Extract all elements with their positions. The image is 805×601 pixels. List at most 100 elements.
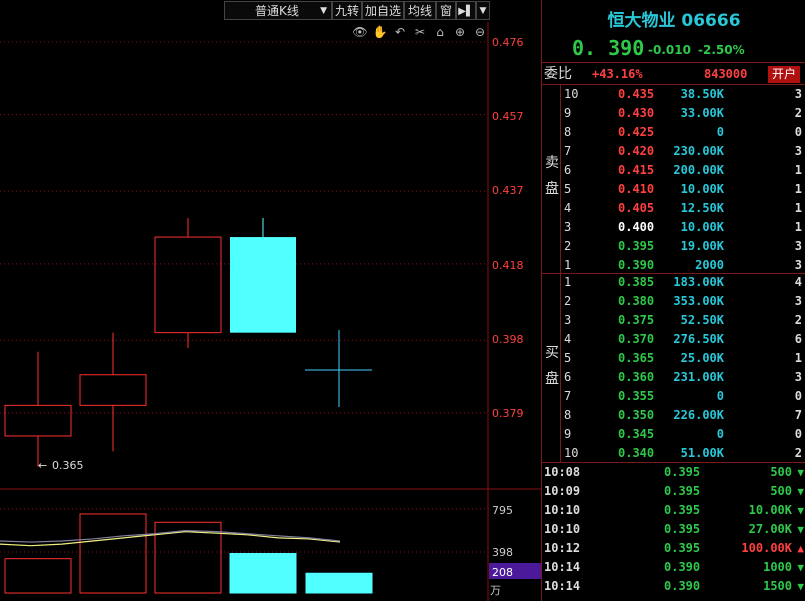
price: 0.370 bbox=[618, 332, 655, 346]
price: 0.350 bbox=[618, 408, 655, 422]
ask-row[interactable]: 3 0.400 10.00K 1 bbox=[542, 218, 805, 237]
volume: 52.50K bbox=[680, 313, 724, 327]
arrow-down-icon: ▼ bbox=[797, 561, 804, 574]
count: 3 bbox=[794, 370, 802, 384]
ask-row[interactable]: 5 0.410 10.00K 1 bbox=[542, 180, 805, 199]
window-button[interactable]: 窗 bbox=[436, 1, 456, 20]
bid-row[interactable]: 10 0.340 51.00K 2 bbox=[542, 444, 805, 463]
trade-time: 10:10 bbox=[544, 522, 581, 536]
candle bbox=[4, 351, 72, 467]
bid-row[interactable]: 1 0.385 183.00K 4 bbox=[542, 273, 805, 292]
price: 0.410 bbox=[618, 182, 655, 196]
arrow-down-icon: ▼ bbox=[797, 466, 804, 479]
price: 0.375 bbox=[618, 313, 655, 327]
volume: 231.00K bbox=[673, 370, 724, 384]
price: 0.435 bbox=[618, 87, 655, 101]
count: 0 bbox=[794, 389, 802, 403]
count: 0 bbox=[794, 427, 802, 441]
ask-row[interactable]: 10 0.435 38.50K 3 bbox=[542, 85, 805, 104]
volume: 200.00K bbox=[673, 163, 724, 177]
level: 1 bbox=[564, 275, 572, 289]
arrow-down-icon: ▼ bbox=[797, 580, 804, 593]
trade-row: 10:12 0.395 100.00K ▲ bbox=[542, 539, 805, 558]
chart-type-select[interactable]: 普通K线 ▼ bbox=[224, 1, 332, 20]
count: 1 bbox=[794, 220, 802, 234]
order-ratio-diff: 843000 bbox=[704, 67, 748, 81]
trade-row: 10:09 0.395 500 ▼ bbox=[542, 482, 805, 501]
volume-ma-line bbox=[0, 531, 341, 547]
chart-toolbar: 普通K线 ▼ 九转 加自选 均线 窗 ▶▌ ▼ bbox=[0, 0, 490, 22]
volume: 230.00K bbox=[673, 144, 724, 158]
volume: 0 bbox=[716, 125, 724, 139]
trade-price: 0.395 bbox=[664, 541, 701, 555]
volume: 226.00K bbox=[673, 408, 724, 422]
price: 0.420 bbox=[618, 144, 655, 158]
count: 4 bbox=[794, 275, 802, 289]
volume: 0 bbox=[716, 427, 724, 441]
volume-bar bbox=[229, 552, 297, 594]
bid-row[interactable]: 6 0.360 231.00K 3 bbox=[542, 368, 805, 387]
order-ratio-label: 委比 bbox=[544, 66, 572, 82]
trade-price: 0.390 bbox=[664, 560, 701, 574]
collapse-panel-icon[interactable]: ▶▌ bbox=[456, 1, 476, 20]
bid-row[interactable]: 5 0.365 25.00K 1 bbox=[542, 349, 805, 368]
add-watchlist-button[interactable]: 加自选 bbox=[362, 1, 404, 20]
bid-row[interactable]: 3 0.375 52.50K 2 bbox=[542, 311, 805, 330]
count: 3 bbox=[794, 294, 802, 308]
price: 0.395 bbox=[618, 239, 655, 253]
price-change-pct: -2.50% bbox=[698, 43, 745, 57]
level: 9 bbox=[564, 106, 572, 120]
price-tick-label: 0.398 bbox=[492, 333, 524, 346]
price: 0.365 bbox=[618, 351, 655, 365]
count: 6 bbox=[794, 332, 802, 346]
ask-row[interactable]: 2 0.395 19.00K 3 bbox=[542, 237, 805, 256]
level: 6 bbox=[564, 370, 572, 384]
volume: 19.00K bbox=[680, 239, 724, 253]
kline-chart[interactable]: 0.476 0.457 0.437 0.418 0.398 0.379 ← 0.… bbox=[0, 22, 541, 601]
trade-volume: 500 bbox=[770, 484, 792, 498]
candle-body bbox=[79, 374, 147, 406]
bid-row[interactable]: 9 0.345 0 0 bbox=[542, 425, 805, 444]
candle bbox=[79, 332, 147, 452]
count: 1 bbox=[794, 163, 802, 177]
ask-row[interactable]: 7 0.420 230.00K 3 bbox=[542, 142, 805, 161]
arrow-up-icon: ▲ bbox=[797, 542, 804, 555]
level: 8 bbox=[564, 125, 572, 139]
trade-time: 10:14 bbox=[544, 560, 581, 574]
trade-volume: 500 bbox=[770, 465, 792, 479]
more-dropdown-icon[interactable]: ▼ bbox=[476, 1, 490, 20]
moving-average-button[interactable]: 均线 bbox=[404, 1, 436, 20]
price: 0.430 bbox=[618, 106, 655, 120]
volume-bars-group bbox=[0, 513, 373, 594]
open-account-button[interactable]: 开户 bbox=[768, 66, 800, 83]
bid-row[interactable]: 8 0.350 226.00K 7 bbox=[542, 406, 805, 425]
arrow-down-icon: ▼ bbox=[797, 485, 804, 498]
price-tick-label: 0.418 bbox=[492, 259, 524, 272]
count: 1 bbox=[794, 351, 802, 365]
ask-row[interactable]: 4 0.405 12.50K 1 bbox=[542, 199, 805, 218]
level: 4 bbox=[564, 332, 572, 346]
bid-row[interactable]: 4 0.370 276.50K 6 bbox=[542, 330, 805, 349]
volume: 12.50K bbox=[680, 201, 724, 215]
volume-bar bbox=[79, 513, 147, 594]
jiuzhuan-button[interactable]: 九转 bbox=[332, 1, 362, 20]
trade-price: 0.395 bbox=[664, 522, 701, 536]
quote-panel: 恒大物业 06666 0. 390 -0.010 -2.50% 委比 +43.1… bbox=[541, 0, 805, 601]
price-tick-label: 0.437 bbox=[492, 184, 524, 197]
crosshair bbox=[305, 330, 372, 407]
volume-tick-label: 398 bbox=[492, 546, 513, 559]
count: 2 bbox=[794, 313, 802, 327]
stock-name: 恒大物业 06666 bbox=[607, 11, 741, 31]
level: 2 bbox=[564, 239, 572, 253]
price: 0.385 bbox=[618, 275, 655, 289]
level: 7 bbox=[564, 389, 572, 403]
min-price-marker: ← bbox=[38, 459, 47, 472]
bid-row[interactable]: 2 0.380 353.00K 3 bbox=[542, 292, 805, 311]
bid-row[interactable]: 7 0.355 0 0 bbox=[542, 387, 805, 406]
trade-volume: 10.00K bbox=[748, 503, 792, 517]
ask-row[interactable]: 6 0.415 200.00K 1 bbox=[542, 161, 805, 180]
ask-row[interactable]: 8 0.425 0 0 bbox=[542, 123, 805, 142]
level: 7 bbox=[564, 144, 572, 158]
price: 0.340 bbox=[618, 446, 655, 460]
ask-row[interactable]: 9 0.430 33.00K 2 bbox=[542, 104, 805, 123]
